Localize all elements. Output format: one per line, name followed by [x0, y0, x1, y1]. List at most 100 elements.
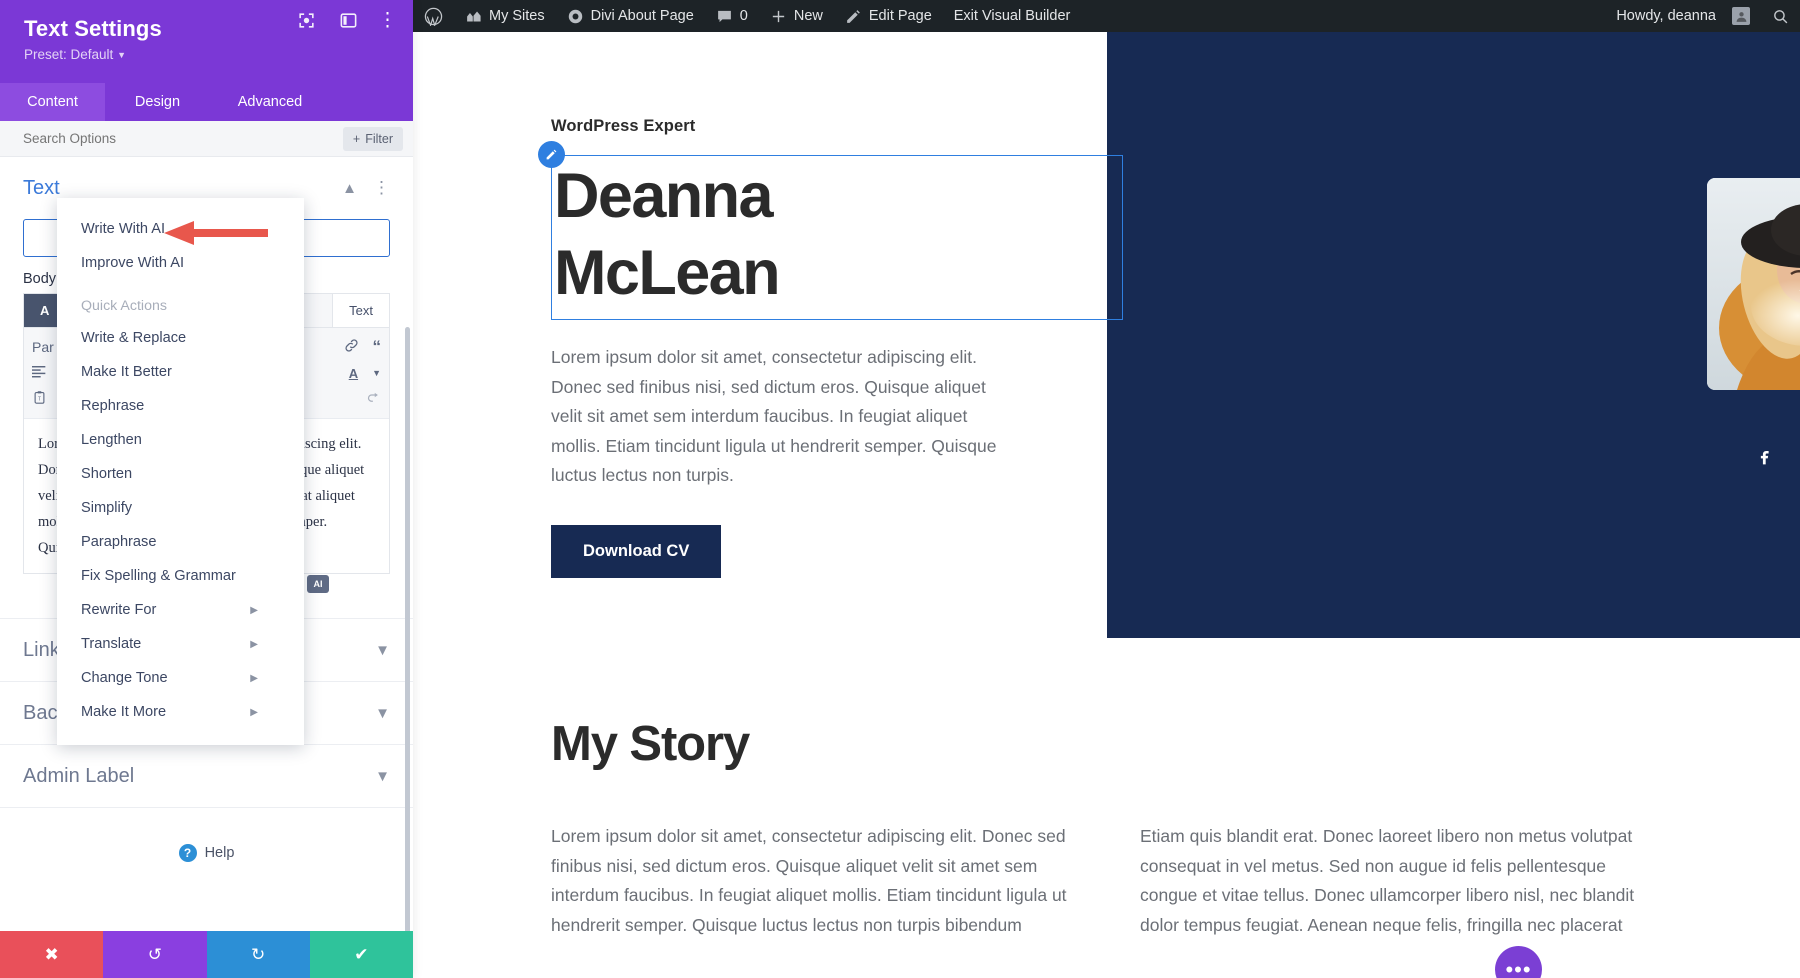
plus-icon	[770, 8, 787, 25]
ai-menu-item-make-it-more[interactable]: Make It More ▶	[57, 695, 304, 729]
admin-bar-new-label: New	[794, 8, 823, 24]
settings-panel-header-icons: ⋮	[294, 8, 397, 32]
admin-bar-search[interactable]	[1761, 0, 1800, 32]
divi-page-settings-button[interactable]: •••	[1495, 946, 1542, 978]
chevron-up-icon[interactable]: ▲	[342, 180, 357, 197]
admin-bar-edit-page[interactable]: Edit Page	[834, 0, 943, 32]
link-icon[interactable]	[344, 338, 359, 356]
filter-button[interactable]: + Filter	[343, 127, 403, 151]
ai-menu-item-rewrite-for[interactable]: Rewrite For ▶	[57, 593, 304, 627]
redo-icon[interactable]	[366, 390, 381, 408]
target-icon[interactable]	[294, 8, 318, 32]
edit-module-icon[interactable]	[538, 141, 565, 168]
section-header-admin-label[interactable]: Admin Label ▼	[0, 745, 413, 807]
annotation-arrow	[160, 212, 270, 259]
hero-title-module[interactable]: Deanna McLean	[551, 155, 1123, 320]
ai-menu-label-9: Translate	[81, 636, 141, 652]
admin-bar-edit-page-label: Edit Page	[869, 8, 932, 24]
ai-badge[interactable]: AI	[307, 575, 329, 593]
more-vertical-icon-text[interactable]: ⋮	[373, 178, 390, 198]
admin-bar-exit-visual-builder[interactable]: Exit Visual Builder	[943, 0, 1082, 32]
chevron-down-icon-color[interactable]: ▼	[372, 368, 381, 378]
chevron-down-icon-admin-label[interactable]: ▼	[375, 768, 390, 785]
ai-menu-item-simplify[interactable]: Simplify	[57, 491, 304, 525]
admin-bar-my-sites-label: My Sites	[489, 8, 545, 24]
ai-menu-item-translate[interactable]: Translate ▶	[57, 627, 304, 661]
more-vertical-icon[interactable]: ⋮	[378, 11, 397, 30]
chevron-down-icon-link[interactable]: ▼	[375, 642, 390, 659]
cancel-button[interactable]: ✖	[0, 931, 103, 978]
hero-text-block: WordPress Expert Deanna McLean Lorem ips…	[551, 117, 1131, 578]
ai-menu-label-8: Rewrite For	[81, 602, 156, 618]
tab-advanced[interactable]: Advanced	[210, 83, 330, 121]
hero-paragraph: Lorem ipsum dolor sit amet, consectetur …	[551, 343, 1019, 491]
preset-selector[interactable]: Preset: Default ▼	[24, 47, 393, 62]
ai-menu-item-make-it-better[interactable]: Make It Better	[57, 355, 304, 389]
wordpress-admin-bar: My Sites Divi About Page 0 New Edit Page…	[413, 0, 1800, 32]
ai-menu-label-3: Lengthen	[81, 432, 142, 448]
section-actions-text: ▲ ⋮	[342, 178, 390, 198]
ai-menu-label-write-with-ai: Write With AI	[81, 221, 165, 237]
blockquote-icon[interactable]: “	[373, 337, 382, 357]
admin-bar-right-group: Howdy, deanna	[1605, 0, 1800, 32]
search-input[interactable]	[23, 131, 253, 146]
tab-text[interactable]: Text	[332, 294, 389, 327]
admin-bar-site-name[interactable]: Divi About Page	[556, 0, 705, 32]
ai-menu-item-write-and-replace[interactable]: Write & Replace	[57, 321, 304, 355]
social-icons-row	[1707, 447, 1800, 466]
admin-bar-howdy[interactable]: Howdy, deanna	[1605, 0, 1761, 32]
help-link[interactable]: ? Help	[0, 844, 413, 862]
hero-portrait-image	[1707, 178, 1800, 390]
story-section: My Story Lorem ipsum dolor sit amet, con…	[413, 638, 1800, 940]
search-icon	[1772, 8, 1789, 25]
section-title-admin-label: Admin Label	[23, 765, 134, 788]
admin-bar-new[interactable]: New	[759, 0, 834, 32]
ai-menu-label-7: Fix Spelling & Grammar	[81, 568, 236, 584]
chevron-down-icon: ▼	[117, 50, 126, 60]
hero-title-line-2: McLean	[554, 235, 1122, 312]
text-color-icon[interactable]: A	[349, 366, 358, 381]
chevron-right-icon-8: ▶	[250, 605, 258, 616]
ai-menu-item-paraphrase[interactable]: Paraphrase	[57, 525, 304, 559]
hero-title-line-1: Deanna	[554, 158, 1122, 235]
chevron-right-icon-10: ▶	[250, 673, 258, 684]
story-columns: Lorem ipsum dolor sit amet, consectetur …	[551, 822, 1800, 940]
layout-icon[interactable]	[336, 8, 360, 32]
plus-icon: +	[353, 132, 360, 146]
hero-dark-panel	[1107, 32, 1800, 638]
hero-eyebrow: WordPress Expert	[551, 117, 1131, 136]
tab-design[interactable]: Design	[105, 83, 210, 121]
save-button[interactable]: ✔	[310, 931, 413, 978]
section-title-text: Text	[23, 177, 60, 200]
ai-menu-label-2: Rephrase	[81, 398, 144, 414]
admin-bar-howdy-label: Howdy, deanna	[1616, 8, 1716, 24]
ai-menu-label-6: Paraphrase	[81, 534, 156, 550]
download-cv-button[interactable]: Download CV	[551, 525, 721, 578]
paragraph-format-select[interactable]: Par	[32, 339, 54, 355]
undo-button[interactable]: ↺	[103, 931, 206, 978]
admin-bar-my-sites[interactable]: My Sites	[454, 0, 556, 32]
ai-menu-item-shorten[interactable]: Shorten	[57, 457, 304, 491]
ai-menu-group-quick-actions: Quick Actions	[57, 280, 304, 321]
svg-text:T: T	[38, 397, 41, 403]
ai-menu-label-0: Write & Replace	[81, 330, 186, 346]
align-left-icon[interactable]	[32, 365, 48, 382]
tab-content[interactable]: Content	[0, 83, 105, 121]
facebook-icon[interactable]	[1755, 447, 1774, 466]
section-title-link: Link	[23, 639, 60, 662]
ai-menu-item-lengthen[interactable]: Lengthen	[57, 423, 304, 457]
ai-menu-item-change-tone[interactable]: Change Tone ▶	[57, 661, 304, 695]
ai-menu-item-fix-spelling-grammar[interactable]: Fix Spelling & Grammar	[57, 559, 304, 593]
divider-bottom	[0, 807, 413, 808]
admin-bar-comments[interactable]: 0	[705, 0, 759, 32]
ai-menu-item-rephrase[interactable]: Rephrase	[57, 389, 304, 423]
redo-button[interactable]: ↻	[207, 931, 310, 978]
story-heading: My Story	[551, 716, 1800, 772]
chevron-down-icon-background[interactable]: ▼	[375, 705, 390, 722]
settings-panel-scrollbar[interactable]	[405, 327, 410, 931]
paste-as-text-icon[interactable]: T	[32, 390, 47, 408]
chevron-right-icon-9: ▶	[250, 639, 258, 650]
chevron-right-icon-11: ▶	[250, 707, 258, 718]
admin-bar-wordpress-logo[interactable]	[413, 0, 454, 32]
divi-icon	[567, 8, 584, 25]
